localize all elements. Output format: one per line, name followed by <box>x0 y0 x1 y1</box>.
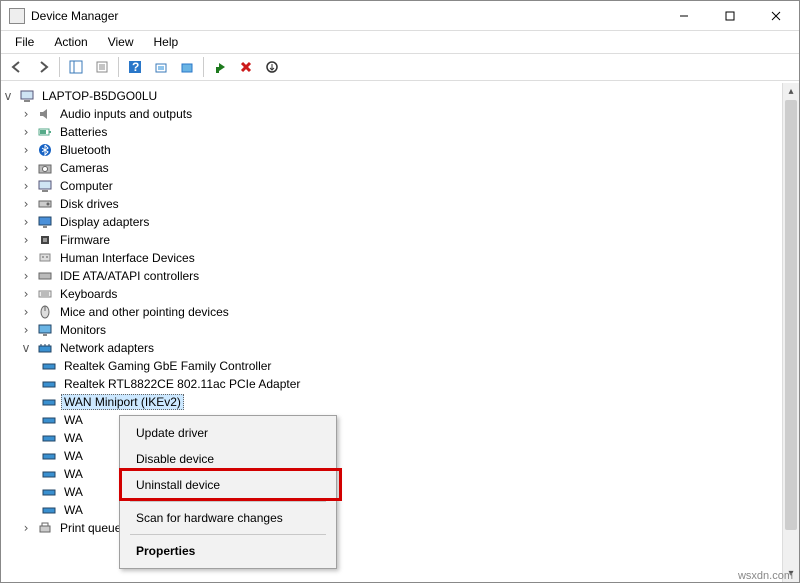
tree-item[interactable]: ›Computer <box>1 177 781 195</box>
show-hide-tree-button[interactable] <box>64 55 88 79</box>
tree-item[interactable]: ›Batteries <box>1 123 781 141</box>
battery-icon <box>37 124 53 140</box>
tree-child[interactable]: Realtek RTL8822CE 802.11ac PCIe Adapter <box>1 375 781 393</box>
ctx-update-driver[interactable]: Update driver <box>122 420 334 446</box>
tree-item[interactable]: ›Monitors <box>1 321 781 339</box>
keyboard-icon <box>37 286 53 302</box>
help-button[interactable]: ? <box>123 55 147 79</box>
enable-button[interactable] <box>208 55 232 79</box>
svg-text:?: ? <box>132 60 139 74</box>
tree-item[interactable]: ›Human Interface Devices <box>1 249 781 267</box>
hid-icon <box>37 250 53 266</box>
ctx-separator <box>130 501 326 502</box>
window-title: Device Manager <box>31 9 661 23</box>
adapter-icon <box>41 376 57 392</box>
scan-button[interactable] <box>149 55 173 79</box>
forward-button[interactable] <box>31 55 55 79</box>
tree-child[interactable]: Realtek Gaming GbE Family Controller <box>1 357 781 375</box>
menu-view[interactable]: View <box>100 33 142 51</box>
tree-item[interactable]: ›Mice and other pointing devices <box>1 303 781 321</box>
adapter-icon <box>41 484 57 500</box>
ctx-uninstall-device[interactable]: Uninstall device <box>122 472 334 498</box>
tree-item-network[interactable]: vNetwork adapters <box>1 339 781 357</box>
ctx-disable-device[interactable]: Disable device <box>122 446 334 472</box>
audio-icon <box>37 106 53 122</box>
tree-item[interactable]: ›Firmware <box>1 231 781 249</box>
back-button[interactable] <box>5 55 29 79</box>
close-button[interactable] <box>753 1 799 31</box>
toolbar-separator <box>59 57 60 77</box>
firmware-icon <box>37 232 53 248</box>
tree-child[interactable]: WA <box>1 429 781 447</box>
computer-icon <box>37 178 53 194</box>
tree-child[interactable]: WA <box>1 411 781 429</box>
menubar: File Action View Help <box>1 31 799 53</box>
vertical-scrollbar[interactable]: ▴ ▾ <box>782 83 799 582</box>
tree-item[interactable]: ›Print queues <box>1 519 781 537</box>
tree-item[interactable]: ›Bluetooth <box>1 141 781 159</box>
tree-child[interactable]: WA <box>1 447 781 465</box>
maximize-button[interactable] <box>707 1 753 31</box>
adapter-icon <box>41 466 57 482</box>
titlebar: Device Manager <box>1 1 799 31</box>
tree-item[interactable]: ›Disk drives <box>1 195 781 213</box>
menu-help[interactable]: Help <box>146 33 187 51</box>
toolbar-separator <box>203 57 204 77</box>
properties-button[interactable] <box>90 55 114 79</box>
tree-root[interactable]: vLAPTOP-B5DGO0LU <box>1 87 781 105</box>
tree-item[interactable]: ›IDE ATA/ATAPI controllers <box>1 267 781 285</box>
ctx-scan-hardware[interactable]: Scan for hardware changes <box>122 505 334 531</box>
display-icon <box>37 214 53 230</box>
ide-icon <box>37 268 53 284</box>
adapter-icon <box>41 412 57 428</box>
uninstall-button[interactable] <box>260 55 284 79</box>
monitor-icon <box>37 322 53 338</box>
device-tree[interactable]: vLAPTOP-B5DGO0LU ›Audio inputs and outpu… <box>1 83 781 572</box>
app-icon <box>9 8 25 24</box>
adapter-icon <box>41 502 57 518</box>
menu-file[interactable]: File <box>7 33 42 51</box>
tree-item[interactable]: ›Keyboards <box>1 285 781 303</box>
ctx-properties[interactable]: Properties <box>122 538 334 564</box>
tree-item[interactable]: ›Audio inputs and outputs <box>1 105 781 123</box>
adapter-icon <box>41 394 57 410</box>
disk-icon <box>37 196 53 212</box>
minimize-button[interactable] <box>661 1 707 31</box>
tree-child[interactable]: WA <box>1 483 781 501</box>
camera-icon <box>37 160 53 176</box>
disable-button[interactable] <box>234 55 258 79</box>
tree-item[interactable]: ›Cameras <box>1 159 781 177</box>
context-menu: Update driver Disable device Uninstall d… <box>119 415 337 569</box>
adapter-icon <box>41 448 57 464</box>
printer-icon <box>37 520 53 536</box>
update-driver-button[interactable] <box>175 55 199 79</box>
tree-child-selected[interactable]: WAN Miniport (IKEv2) <box>1 393 781 411</box>
computer-icon <box>19 88 35 104</box>
tree-item[interactable]: ›Display adapters <box>1 213 781 231</box>
network-icon <box>37 340 53 356</box>
toolbar: ? <box>1 53 799 81</box>
tree-child[interactable]: WA <box>1 465 781 483</box>
scroll-thumb[interactable] <box>785 100 797 530</box>
adapter-icon <box>41 430 57 446</box>
tree-child[interactable]: WA <box>1 501 781 519</box>
scroll-up-button[interactable]: ▴ <box>783 83 799 100</box>
mouse-icon <box>37 304 53 320</box>
menu-action[interactable]: Action <box>46 33 95 51</box>
adapter-icon <box>41 358 57 374</box>
toolbar-separator <box>118 57 119 77</box>
ctx-separator <box>130 534 326 535</box>
bluetooth-icon <box>37 142 53 158</box>
watermark: wsxdn.com <box>738 570 793 582</box>
